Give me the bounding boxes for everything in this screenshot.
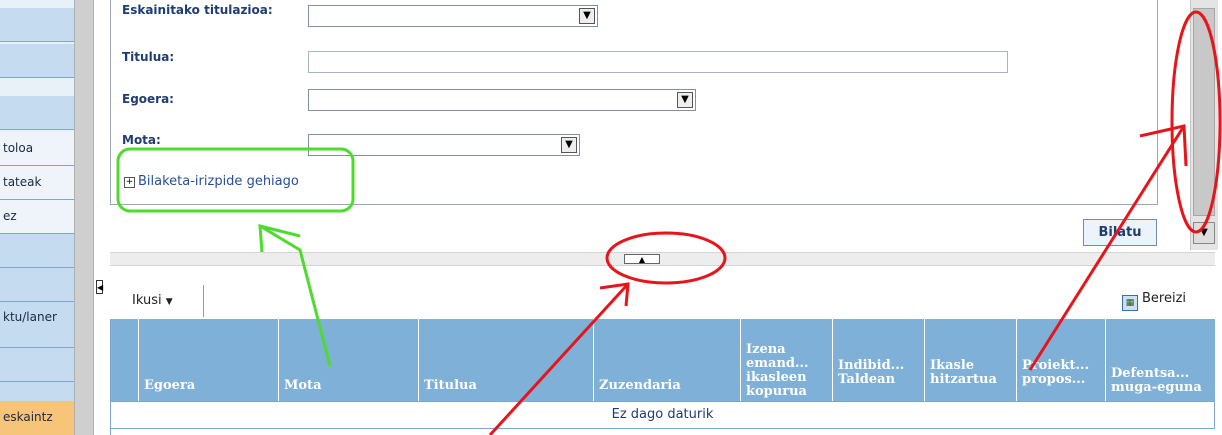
red-circle-splitter	[605, 231, 727, 285]
green-highlight-box	[116, 147, 355, 213]
red-arrow-shaft	[488, 282, 630, 435]
red-circle-scrollbar	[1170, 10, 1222, 234]
annotation-overlay	[116, 10, 1222, 435]
green-arrow-shaft	[259, 224, 332, 367]
red-arrow-shaft	[1028, 125, 1186, 371]
